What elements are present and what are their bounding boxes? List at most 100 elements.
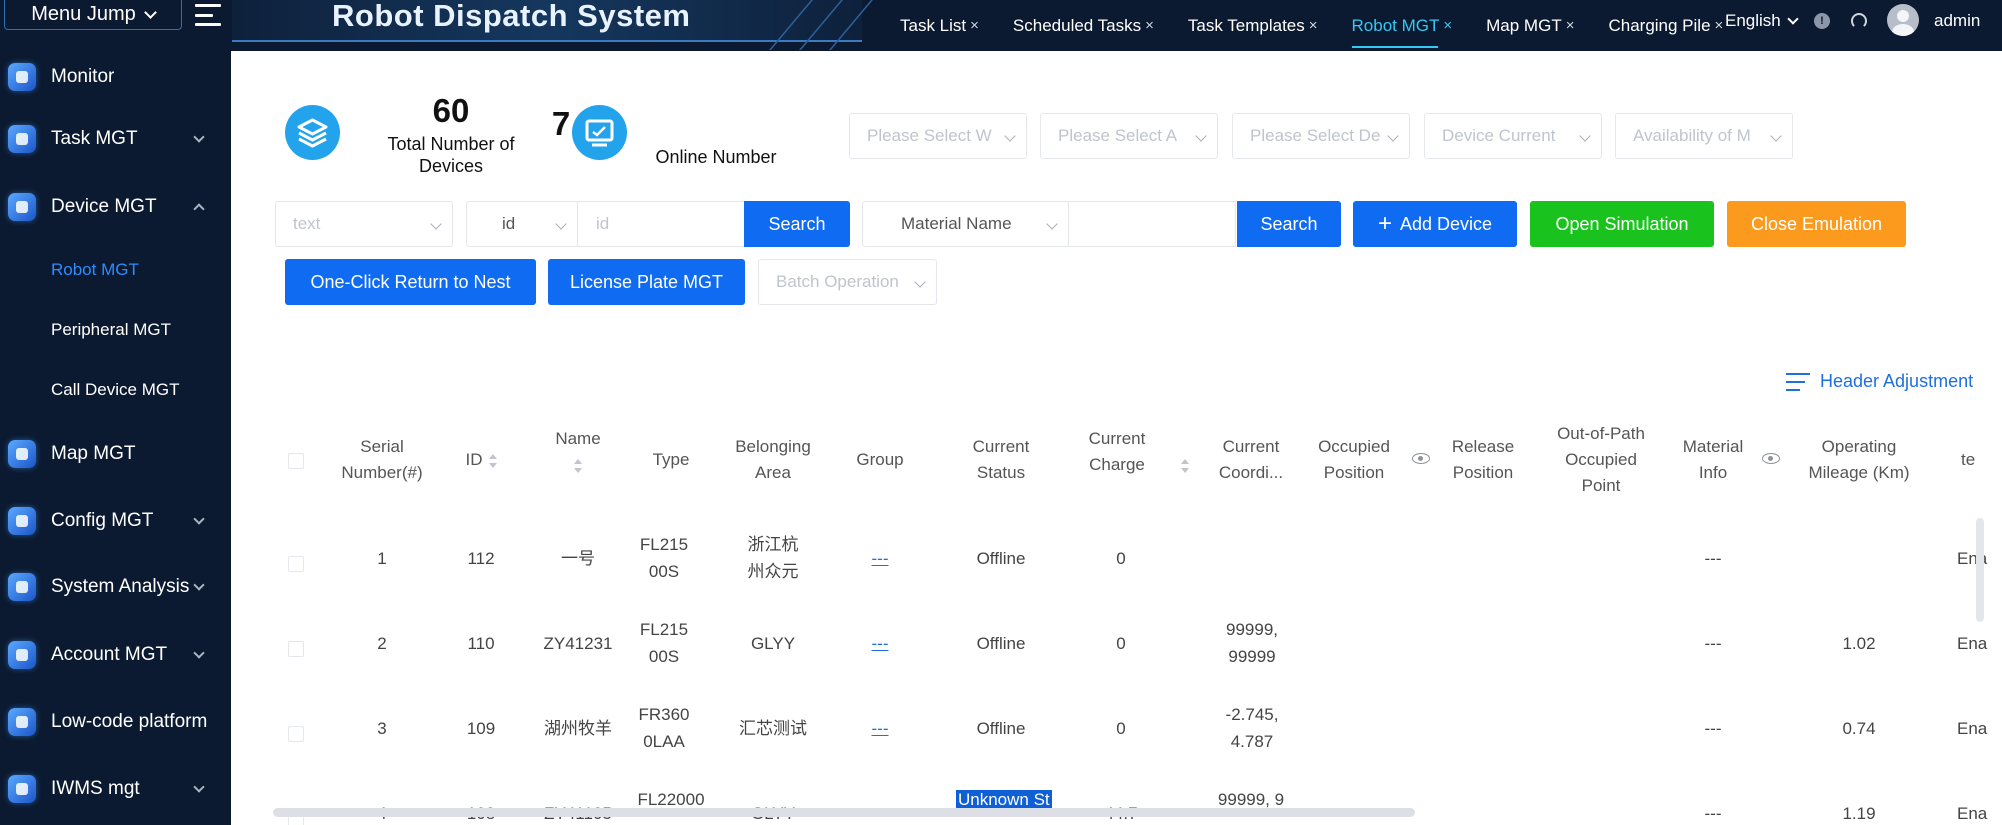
eye-icon[interactable]: [1762, 453, 1780, 464]
tab-label: Scheduled Tasks: [1012, 15, 1142, 35]
sidebar-item-task-mgt[interactable]: Task MGT: [0, 114, 231, 164]
warehouse-select[interactable]: Please Select W: [849, 113, 1027, 159]
language-select[interactable]: English: [1725, 11, 1799, 31]
cell-group-link[interactable]: ---: [849, 715, 911, 742]
sidebar-item-label: Device MGT: [51, 196, 157, 217]
sidebar-item-low-code-platform[interactable]: Low-code platform: [0, 697, 231, 747]
tab-robot-mgt[interactable]: Robot MGT ×: [1351, 0, 1452, 51]
header-adjustment-button[interactable]: Header Adjustment: [1786, 371, 1973, 392]
chevron-down-icon: [1787, 13, 1799, 25]
cell-status: Offline: [976, 719, 1026, 738]
tab-scheduled-tasks[interactable]: Scheduled Tasks ×: [1013, 0, 1154, 51]
column-header-charge[interactable]: Current Charge: [1081, 426, 1171, 478]
row-checkbox[interactable]: [288, 641, 304, 657]
id-field-select[interactable]: id: [466, 201, 578, 247]
cell-material: ---: [1704, 549, 1722, 568]
column-header-release: Release Position: [1451, 437, 1515, 482]
tab-task-list[interactable]: Task List ×: [900, 0, 979, 51]
cell-name: 湖州牧羊: [544, 719, 612, 738]
hamburger-menu-icon[interactable]: [195, 4, 221, 26]
tab-close-icon[interactable]: ×: [1443, 17, 1452, 34]
tab-close-icon[interactable]: ×: [970, 17, 979, 34]
text-select[interactable]: text: [275, 201, 453, 247]
tab-close-icon[interactable]: ×: [1566, 17, 1575, 34]
cell-group-link[interactable]: ---: [849, 630, 911, 657]
sidebar-item-label: Monitor: [51, 66, 115, 87]
sidebar-item-iwms-mgt[interactable]: IWMS mgt: [0, 764, 231, 814]
cell-type: FR3600LAA: [638, 705, 690, 751]
tab-close-icon[interactable]: ×: [1715, 17, 1724, 34]
column-header-name[interactable]: Name: [548, 426, 608, 478]
return-to-nest-button[interactable]: One-Click Return to Nest: [285, 259, 536, 305]
chevron-down-icon: [1770, 130, 1782, 142]
id-input[interactable]: id: [577, 201, 745, 247]
sidebar-item-label: IWMS mgt: [51, 778, 140, 799]
sidebar-subitem-call-device-mgt[interactable]: Call Device MGT: [51, 380, 179, 400]
material-name-input[interactable]: [1068, 201, 1236, 247]
sidebar-subitem-peripheral-mgt[interactable]: Peripheral MGT: [51, 320, 171, 340]
tab-charging-pile[interactable]: Charging Pile ×: [1608, 0, 1723, 51]
horizontal-scrollbar[interactable]: [273, 808, 1415, 817]
open-simulation-button[interactable]: Open Simulation: [1530, 201, 1714, 247]
tab-label: Robot MGT: [1351, 15, 1440, 35]
eye-icon[interactable]: [1412, 453, 1430, 464]
sort-icon[interactable]: [574, 458, 582, 473]
menu-jump-label: Menu Jump: [31, 3, 136, 25]
cell-serial: 1: [377, 549, 387, 568]
sidebar-item-device-mgt[interactable]: Device MGT: [0, 182, 231, 232]
cell-material: ---: [1704, 634, 1722, 653]
sidebar-item-map-mgt[interactable]: Map MGT: [0, 429, 231, 479]
sort-icon[interactable]: [1181, 459, 1189, 473]
column-header-mileage: Operating Mileage (Km): [1808, 437, 1910, 482]
area-select[interactable]: Please Select A: [1040, 113, 1218, 159]
tab-task-templates[interactable]: Task Templates ×: [1188, 0, 1318, 51]
close-emulation-button[interactable]: Close Emulation: [1727, 201, 1906, 247]
chevron-up-icon: [193, 203, 205, 215]
plus-icon: +: [1377, 210, 1392, 237]
material-search-button[interactable]: Search: [1237, 201, 1341, 247]
sort-icon[interactable]: [488, 453, 497, 468]
avatar[interactable]: [1887, 4, 1919, 36]
tab-map-mgt[interactable]: Map MGT ×: [1486, 0, 1574, 51]
material-name-select[interactable]: Material Name: [862, 201, 1069, 247]
top-bar: Menu Jump Robot Dispatch System Task Lis…: [0, 0, 2002, 51]
sidebar-item-config-mgt[interactable]: Config MGT: [0, 496, 231, 546]
cell-mileage: 0.74: [1842, 719, 1876, 738]
cell-coordinates: 99999, 99999: [1226, 620, 1278, 666]
chevron-down-icon: [1579, 130, 1591, 142]
select-placeholder: Please Select De: [1250, 126, 1381, 145]
tab-close-icon[interactable]: ×: [1145, 17, 1154, 34]
sidebar-item-label: Task MGT: [51, 128, 138, 149]
headset-icon[interactable]: [1851, 13, 1867, 29]
license-plate-mgt-button[interactable]: License Plate MGT: [548, 259, 745, 305]
vertical-scrollbar[interactable]: [1976, 518, 1984, 622]
tab-close-icon[interactable]: ×: [1309, 17, 1318, 34]
list-icon: [1786, 372, 1810, 391]
sidebar-subitem-robot-mgt[interactable]: Robot MGT: [51, 260, 139, 280]
column-header-id[interactable]: ID: [451, 447, 511, 473]
add-device-button[interactable]: + Add Device: [1353, 201, 1517, 247]
sidebar-item-label: Map MGT: [51, 443, 136, 464]
device-current-select[interactable]: Device Current: [1424, 113, 1602, 159]
sidebar-item-account-mgt[interactable]: Account MGT: [0, 630, 231, 680]
chevron-down-icon: [193, 781, 205, 793]
online-number-label: Online Number: [655, 147, 777, 167]
search-button[interactable]: Search: [744, 201, 850, 247]
menu-jump-dropdown[interactable]: Menu Jump: [4, 0, 182, 30]
sidebar-item-monitor[interactable]: Monitor: [0, 52, 231, 102]
availability-select[interactable]: Availability of M: [1615, 113, 1793, 159]
info-icon[interactable]: !: [1814, 13, 1830, 29]
app-title: Robot Dispatch System: [332, 0, 691, 33]
sidebar-item-system-analysis[interactable]: System Analysis: [0, 562, 231, 612]
batch-operation-select[interactable]: Batch Operation: [758, 259, 937, 305]
cell-id: 109: [466, 719, 496, 738]
cell-group-link[interactable]: ---: [849, 545, 911, 572]
username[interactable]: admin: [1934, 11, 1980, 31]
device-type-select[interactable]: Please Select De: [1232, 113, 1410, 159]
cell-charge: 0: [1116, 634, 1126, 653]
sidebar-item-label: Account MGT: [51, 644, 168, 665]
row-checkbox[interactable]: [288, 556, 304, 572]
row-checkbox[interactable]: [288, 726, 304, 742]
task-icon: [8, 125, 36, 153]
select-all-checkbox[interactable]: [288, 453, 304, 469]
